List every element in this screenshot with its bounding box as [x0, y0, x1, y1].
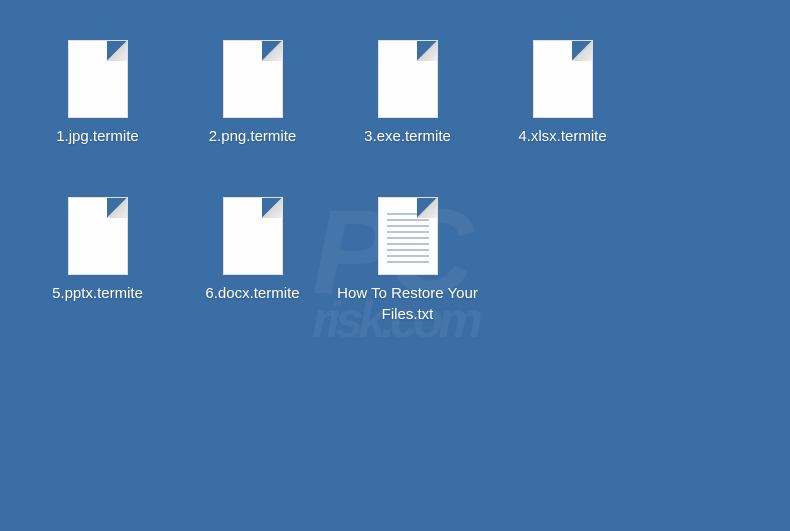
file-icon — [223, 40, 283, 118]
text-line-decoration — [387, 213, 429, 215]
text-line-decoration — [387, 225, 429, 227]
desktop-area: 1.jpg.termite 2.png.termite 3.exe.termit… — [0, 0, 790, 415]
file-item[interactable]: 6.docx.termite — [175, 197, 330, 325]
file-label: How To Restore Your Files.txt — [335, 283, 480, 325]
file-label: 4.xlsx.termite — [518, 126, 606, 147]
file-icon — [68, 197, 128, 275]
text-line-decoration — [387, 249, 429, 251]
text-line-decoration — [387, 261, 429, 263]
file-icon — [533, 40, 593, 118]
text-line-decoration — [387, 231, 429, 233]
text-line-decoration — [387, 243, 429, 245]
file-label: 3.exe.termite — [364, 126, 451, 147]
file-item[interactable]: 3.exe.termite — [330, 40, 485, 147]
file-label: 6.docx.termite — [205, 283, 299, 304]
text-line-decoration — [387, 255, 429, 257]
text-line-decoration — [387, 219, 429, 221]
file-item[interactable]: 1.jpg.termite — [20, 40, 175, 147]
file-item[interactable]: 4.xlsx.termite — [485, 40, 640, 147]
text-line-decoration — [387, 237, 429, 239]
file-item[interactable]: 5.pptx.termite — [20, 197, 175, 325]
file-item[interactable]: 2.png.termite — [175, 40, 330, 147]
file-item[interactable]: How To Restore Your Files.txt — [330, 197, 485, 325]
text-file-icon — [378, 197, 438, 275]
file-label: 2.png.termite — [209, 126, 297, 147]
file-icon — [223, 197, 283, 275]
file-label: 5.pptx.termite — [52, 283, 143, 304]
file-icon — [378, 40, 438, 118]
file-label: 1.jpg.termite — [56, 126, 139, 147]
file-icon — [68, 40, 128, 118]
